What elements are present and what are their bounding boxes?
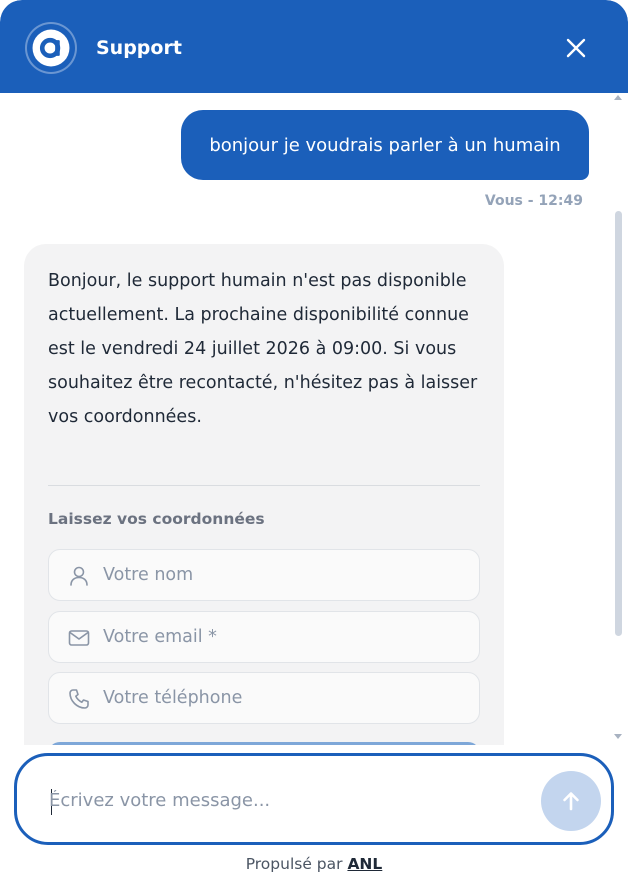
- message-scrollbar[interactable]: [612, 93, 624, 745]
- user-message-meta: Vous - 12:49: [484, 193, 583, 209]
- name-input[interactable]: [103, 550, 463, 600]
- submit-contact-button[interactable]: [48, 742, 480, 745]
- scroll-up-arrow-icon[interactable]: [614, 95, 622, 100]
- divider: [48, 485, 480, 486]
- user-message-bubble: bonjour je voudrais parler à un humain: [181, 110, 589, 180]
- brand-link[interactable]: ANL: [347, 855, 382, 873]
- phone-icon: [69, 689, 89, 709]
- message-input[interactable]: [49, 780, 519, 820]
- bot-message-text: Bonjour, le support humain n'est pas dis…: [48, 271, 478, 427]
- bot-message-bubble: Bonjour, le support humain n'est pas dis…: [24, 244, 504, 745]
- chat-widget: Support bonjour je voudrais parler à un …: [0, 0, 628, 888]
- powered-by-label: Propulsé par: [245, 855, 343, 873]
- scroll-down-arrow-icon[interactable]: [614, 734, 622, 739]
- brand-a-logo: [25, 22, 77, 74]
- chat-header: Support: [0, 0, 628, 93]
- close-icon: [566, 38, 586, 58]
- phone-input[interactable]: [103, 673, 463, 723]
- powered-by-footer: Propulsé par ANL: [0, 855, 628, 873]
- chat-title: Support: [96, 37, 182, 59]
- email-input[interactable]: [103, 612, 463, 662]
- scroll-thumb[interactable]: [615, 211, 622, 636]
- mail-icon: [68, 630, 90, 646]
- name-field[interactable]: [48, 549, 480, 601]
- message-composer[interactable]: [14, 753, 614, 845]
- user-icon: [70, 566, 88, 586]
- send-button[interactable]: [541, 771, 601, 831]
- message-list: bonjour je voudrais parler à un humain V…: [0, 93, 628, 745]
- arrow-up-icon: [563, 792, 579, 811]
- email-field[interactable]: [48, 611, 480, 663]
- contact-form-title: Laissez vos coordonnées: [48, 510, 265, 528]
- phone-field[interactable]: [48, 672, 480, 724]
- close-button[interactable]: [562, 34, 590, 62]
